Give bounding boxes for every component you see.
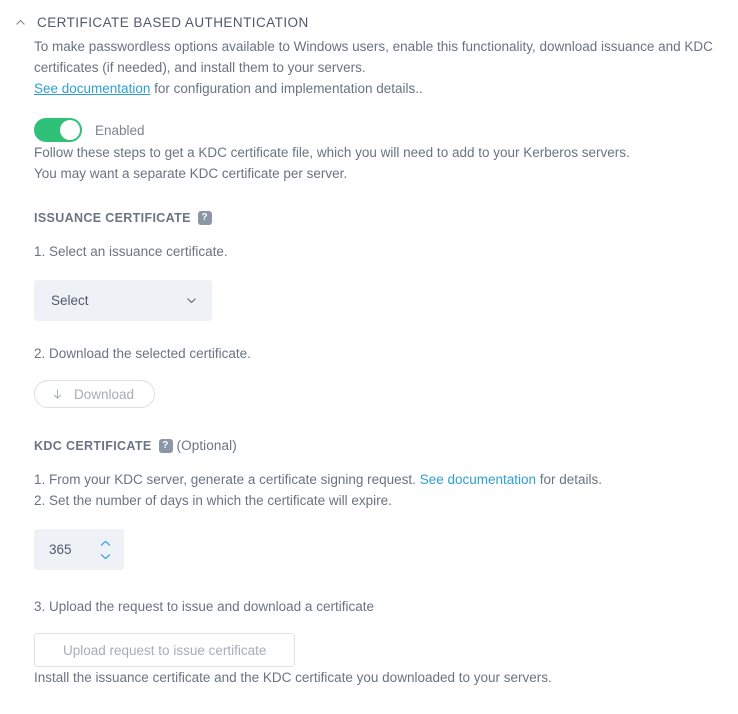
- follow-steps-paragraph: Follow these steps to get a KDC certific…: [34, 142, 724, 184]
- see-documentation-link[interactable]: See documentation: [34, 81, 150, 96]
- expiry-days-stepper[interactable]: 365: [34, 529, 124, 570]
- issuance-certificate-select-value: Select: [51, 293, 89, 308]
- kdc-step-2: 2. Set the number of days in which the c…: [34, 493, 392, 508]
- enabled-toggle[interactable]: [34, 118, 82, 142]
- page-title: CERTIFICATE BASED AUTHENTICATION: [37, 14, 309, 30]
- enabled-toggle-row: Enabled: [34, 118, 724, 142]
- documentation-line-rest: for configuration and implementation det…: [150, 81, 423, 96]
- footer-note: Install the issuance certificate and the…: [34, 670, 552, 685]
- kdc-optional-label: (Optional): [176, 438, 237, 453]
- kdc-see-documentation-link[interactable]: See documentation: [420, 472, 536, 487]
- issuance-certificate-heading-label: ISSUANCE CERTIFICATE: [34, 211, 191, 225]
- kdc-step-1-before: 1. From your KDC server, generate a cert…: [34, 472, 420, 487]
- kdc-step-3: 3. Upload the request to issue and downl…: [34, 599, 374, 614]
- stepper-down-chevron-icon[interactable]: [99, 552, 112, 561]
- upload-request-button[interactable]: Upload request to issue certificate: [34, 633, 296, 667]
- documentation-line: See documentation for configuration and …: [34, 78, 724, 99]
- chevron-down-icon: [187, 298, 196, 304]
- download-button-label: Download: [74, 386, 135, 402]
- enabled-toggle-label: Enabled: [95, 122, 145, 138]
- issuance-step-2: 2. Download the selected certificate.: [34, 346, 251, 361]
- download-button[interactable]: Download: [34, 380, 156, 408]
- kdc-step-1-after: for details.: [536, 472, 603, 487]
- follow-steps-line1: Follow these steps to get a KDC certific…: [34, 145, 630, 160]
- section-body: To make passwordless options available t…: [0, 36, 738, 688]
- section-header[interactable]: CERTIFICATE BASED AUTHENTICATION: [0, 0, 738, 36]
- chevron-up-icon[interactable]: [14, 16, 27, 29]
- help-question-icon[interactable]: ?: [158, 438, 173, 453]
- intro-paragraph: To make passwordless options available t…: [34, 39, 713, 75]
- issuance-certificate-heading: ISSUANCE CERTIFICATE ?: [34, 211, 724, 225]
- follow-steps-line2: You may want a separate KDC certificate …: [34, 166, 348, 181]
- certificate-based-authentication-panel: CERTIFICATE BASED AUTHENTICATION To make…: [0, 0, 738, 714]
- kdc-certificate-heading: KDC CERTIFICATE ? (Optional): [34, 438, 724, 453]
- issuance-certificate-select[interactable]: Select: [34, 280, 212, 321]
- kdc-step-1: 1. From your KDC server, generate a cert…: [34, 469, 724, 490]
- expiry-days-value[interactable]: 365: [49, 542, 72, 557]
- stepper-arrows: [99, 539, 112, 561]
- stepper-up-chevron-icon[interactable]: [99, 539, 112, 548]
- kdc-certificate-heading-label: KDC CERTIFICATE: [34, 438, 152, 453]
- toggle-knob: [60, 120, 80, 140]
- issuance-step-1: 1. Select an issuance certificate.: [34, 244, 228, 259]
- help-question-icon[interactable]: ?: [197, 211, 212, 225]
- download-arrow-icon: [53, 389, 62, 399]
